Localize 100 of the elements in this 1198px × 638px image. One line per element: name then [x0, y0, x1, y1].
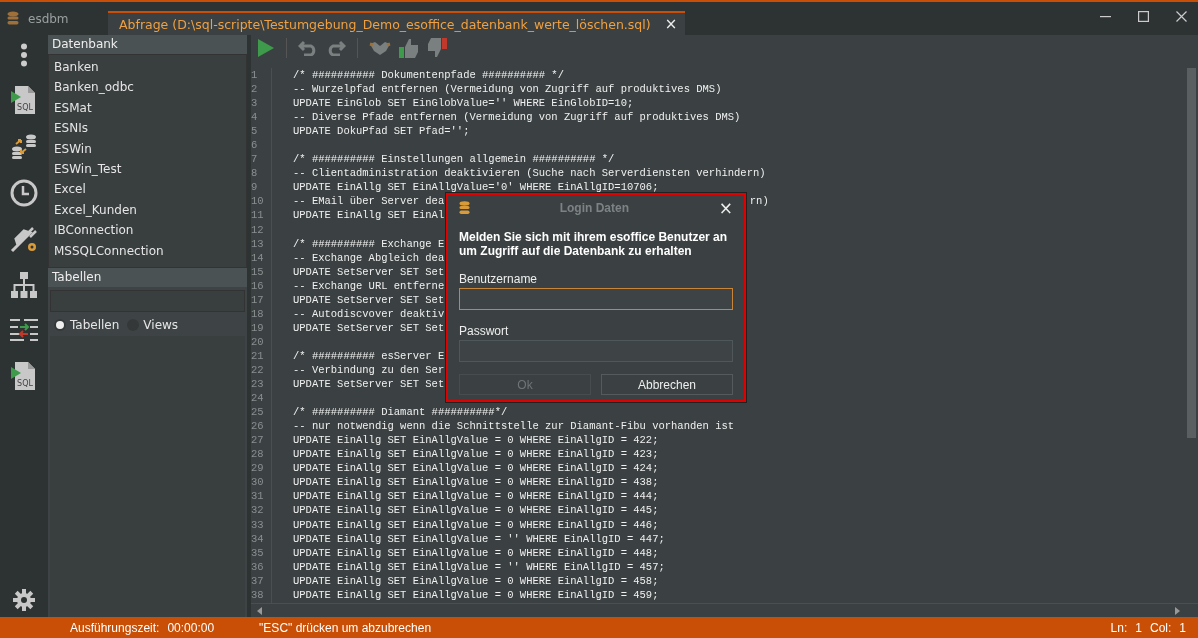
- line-number: 21: [251, 348, 265, 363]
- database-item[interactable]: ESNIs: [49, 118, 246, 139]
- database-item[interactable]: ESMat: [49, 97, 246, 119]
- radio-option[interactable]: Views: [127, 317, 179, 332]
- line-number: 32: [251, 503, 265, 518]
- status-label: Col:: [1149, 620, 1172, 635]
- line-number: 37: [251, 573, 265, 588]
- scroll-left-icon[interactable]: [257, 606, 263, 615]
- code-line: UPDATE EinAllg SET EinAllgValue = 0 WHERE EinAllgID = 424;: [293, 462, 659, 475]
- line-number: 38: [251, 587, 265, 602]
- input-field[interactable]: [459, 340, 733, 362]
- code-line: UPDATE DokuPfad SET Pfad='';: [293, 125, 470, 138]
- line-number: 31: [251, 489, 265, 504]
- line-number: 6: [251, 138, 259, 153]
- code-line: -- EMail über Server dea: [293, 195, 445, 208]
- line-number: 23: [251, 377, 265, 392]
- app-title: esdbm: [28, 11, 69, 26]
- status-hint: "ESC" drücken um abzubrechen: [259, 620, 432, 635]
- code-line: /* ########## esServer E: [293, 349, 445, 362]
- settings-icon[interactable]: [12, 589, 35, 611]
- hierarchy-icon[interactable]: [9, 271, 38, 299]
- line-number: 9: [251, 180, 259, 195]
- clock-icon[interactable]: [9, 179, 38, 207]
- close-button[interactable]: ×: [718, 199, 733, 217]
- code-line: UPDATE EinAllg SET EinAllgValue = 0 WHERE EinAllgID = 423;: [293, 448, 659, 461]
- code-line: /* ########## Exchange E: [293, 237, 445, 250]
- status-value: 1: [1179, 620, 1186, 635]
- code-line: UPDATE SetServer SET Set: [293, 378, 445, 391]
- code-line: -- Wurzelpfad entfernen (Vermeidung von Zugriff auf produktives DMS): [293, 83, 722, 96]
- plug-icon[interactable]: [9, 225, 38, 253]
- editor-tab[interactable]: Abfrage (D:\sql-scripte\Testumgebung_Demo_esoffice_datenbank_werte_löschen.sql) ×: [108, 11, 686, 35]
- database-item[interactable]: MSSQLConnection: [49, 240, 246, 261]
- line-number: 20: [251, 334, 265, 349]
- line-number: 15: [251, 264, 265, 279]
- line-number: 27: [251, 433, 265, 448]
- input-field[interactable]: [459, 288, 733, 310]
- status-value: 1: [1135, 620, 1142, 635]
- database-item[interactable]: Banken: [49, 57, 246, 78]
- sql-label: SQL: [16, 103, 33, 112]
- code-line: UPDATE SetServer SET Set: [293, 265, 445, 278]
- line-number: 33: [251, 517, 265, 532]
- code-line: /* ########## Diamant ##########*/: [293, 406, 508, 419]
- radio-button[interactable]: [54, 318, 66, 331]
- code-line: -- Exchange Abgleich dea: [293, 251, 445, 264]
- line-number: 13: [251, 236, 265, 251]
- code-line: UPDATE EinAllg SET EinAllgValue = 0 WHERE EinAllgID = 444;: [293, 490, 659, 503]
- code-line: -- Clientadministration deaktivieren (Suche nach Serverdiensten verhindern): [293, 167, 766, 180]
- line-number: 8: [251, 166, 259, 181]
- database-sync-icon[interactable]: [9, 133, 38, 161]
- code-line: UPDATE EinAllg SET EinAllgValue = 0 WHERE EinAllgID = 422;: [293, 434, 659, 447]
- run-icon[interactable]: [257, 37, 275, 58]
- code-line: UPDATE EinAllg SET EinAllgValue = 0 WHERE EinAllgID = 446;: [293, 518, 659, 531]
- dialog-title: Login Daten: [558, 201, 631, 215]
- code-line: UPDATE SetServer SET Set: [293, 321, 445, 334]
- line-number: 17: [251, 292, 265, 307]
- database-item[interactable]: ESWin_Test: [49, 158, 246, 180]
- dialog-button[interactable]: Abbrechen: [601, 374, 733, 395]
- database-item[interactable]: ESWin: [49, 138, 246, 159]
- line-number: 18: [251, 306, 265, 321]
- more-icon[interactable]: [19, 43, 28, 67]
- code-fragment: rn): [749, 194, 769, 209]
- database-item[interactable]: Excel_Kunden: [49, 199, 246, 221]
- database-item[interactable]: IBConnection: [49, 220, 246, 241]
- database-icon: [7, 10, 19, 27]
- line-number: 26: [251, 419, 265, 434]
- line-number: 4: [251, 110, 259, 125]
- close-icon[interactable]: [1176, 11, 1187, 22]
- status-label: Ln:: [1110, 620, 1128, 635]
- code-line: UPDATE EinAllg SET EinAllgValue = '' WHERE EinAllgID = 457;: [293, 560, 665, 573]
- sql-label: SQL: [16, 379, 33, 388]
- code-line: UPDATE EinAllg SET EinAl: [293, 209, 445, 222]
- field-label: Benutzername: [459, 272, 539, 286]
- maximize-icon[interactable]: [1138, 11, 1149, 22]
- line-number: 5: [251, 124, 259, 139]
- radio-option[interactable]: Tabellen: [54, 317, 120, 332]
- status-value: 00:00:00: [167, 620, 215, 635]
- minimize-icon[interactable]: [1100, 15, 1111, 18]
- scroll-right-icon[interactable]: [1174, 606, 1180, 615]
- scrollbar[interactable]: [251, 603, 1198, 617]
- line-number: 1: [251, 68, 259, 83]
- code-line: UPDATE EinAllg SET EinAllgValue = '' WHERE EinAllgID = 447;: [293, 532, 665, 545]
- code-line: -- Diverse Pfade entfernen (Vermeidung von Zugriff auf produktives DMS): [293, 111, 741, 124]
- database-item[interactable]: Excel: [49, 179, 246, 200]
- line-number: 22: [251, 363, 265, 378]
- code-line: UPDATE EinAllg SET EinAllgValue='0' WHERE EinAllgID=10706;: [293, 181, 659, 194]
- line-number: 30: [251, 475, 265, 490]
- line-number: 28: [251, 447, 265, 462]
- line-number: 36: [251, 559, 265, 574]
- line-number: 35: [251, 545, 265, 560]
- line-number: 16: [251, 278, 265, 293]
- code-line: UPDATE EinAllg SET EinAllgValue = 0 WHERE EinAllgID = 448;: [293, 546, 659, 559]
- compare-list-icon[interactable]: [9, 317, 38, 343]
- code-line: -- Autodiscvover deaktiv: [293, 307, 445, 320]
- line-number: 25: [251, 405, 265, 420]
- status-label: Ausführungszeit:: [70, 620, 160, 635]
- line-number: 19: [251, 320, 265, 335]
- close-tab-button[interactable]: ×: [664, 16, 678, 32]
- database-item[interactable]: Banken_odbc: [49, 77, 246, 98]
- line-number: 14: [251, 250, 265, 265]
- line-number: 12: [251, 222, 265, 237]
